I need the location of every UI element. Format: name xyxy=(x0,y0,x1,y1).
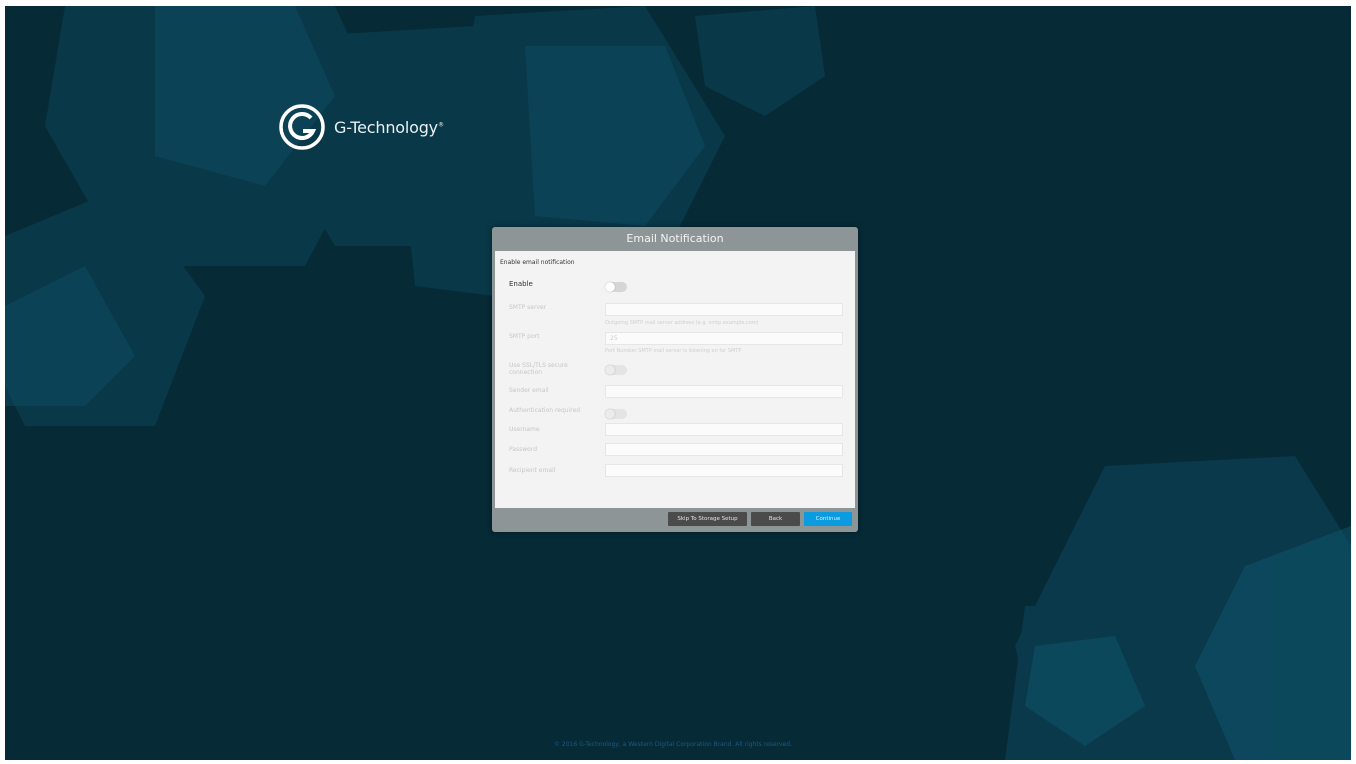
password-label: Password xyxy=(509,446,538,453)
smtp-port-label: SMTP port xyxy=(509,333,540,340)
recipient-email-input[interactable] xyxy=(605,464,843,477)
password-input[interactable] xyxy=(605,443,843,456)
smtp-server-input[interactable] xyxy=(605,303,843,316)
brand-name: G-Technology® xyxy=(334,117,444,137)
email-notification-dialog: Email Notification Enable email notifica… xyxy=(492,227,858,532)
smtp-server-label: SMTP server xyxy=(509,304,547,311)
back-button[interactable]: Back xyxy=(751,512,800,526)
footer-copyright: © 2016 G-Technology, a Western Digital C… xyxy=(553,741,793,748)
dialog-title: Email Notification xyxy=(626,232,724,245)
smtp-port-input[interactable]: 25 xyxy=(605,332,843,345)
username-input[interactable] xyxy=(605,423,843,436)
username-label: Username xyxy=(509,426,540,433)
sender-email-input[interactable] xyxy=(605,385,843,398)
recipient-email-label: Recipient email xyxy=(509,467,556,474)
authentication-label: Authentication required xyxy=(509,407,581,414)
sender-email-label: Sender email xyxy=(509,387,549,394)
dialog-body: Enable email notification Enable SMTP se… xyxy=(495,251,855,508)
section-title: Enable email notification xyxy=(500,259,575,266)
smtp-port-hint: Port Number SMTP mail server is listenin… xyxy=(605,348,742,354)
enable-label: Enable xyxy=(509,280,533,288)
enable-toggle[interactable] xyxy=(605,282,627,292)
skip-to-storage-setup-button[interactable]: Skip To Storage Setup xyxy=(668,512,747,526)
g-technology-logo-icon xyxy=(279,104,325,150)
continue-button[interactable]: Continue xyxy=(804,512,852,526)
brand-logo: G-Technology® xyxy=(279,104,444,150)
ssl-tls-toggle[interactable] xyxy=(605,365,627,375)
ssl-tls-label: Use SSL/TLS secure connection xyxy=(509,362,568,376)
authentication-toggle[interactable] xyxy=(605,409,627,419)
smtp-server-hint: Outgoing SMTP mail server address (e.g. … xyxy=(605,320,759,326)
